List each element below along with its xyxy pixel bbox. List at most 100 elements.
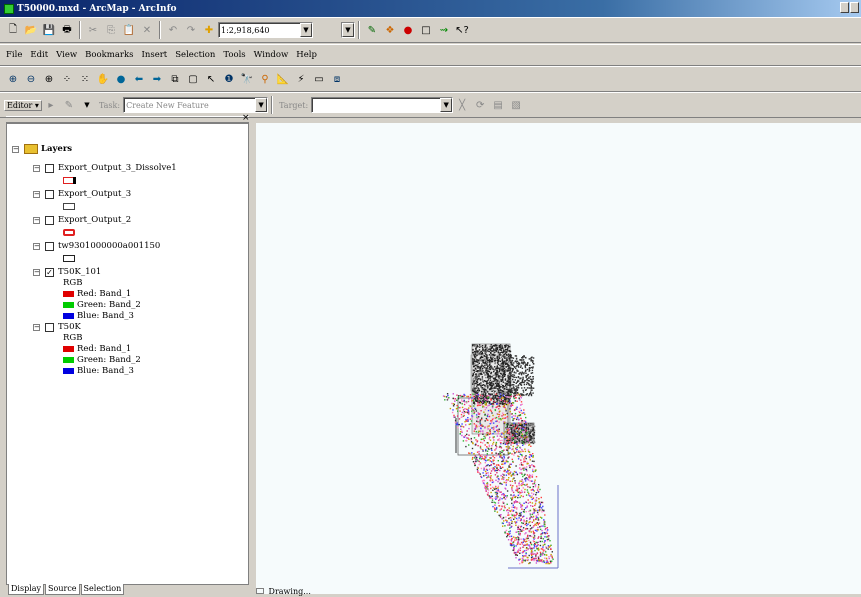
tab-source[interactable]: Source [45,584,80,595]
html-popup-icon[interactable]: ▭ [312,72,326,86]
cut-icon[interactable]: ✂ [86,23,100,37]
copy-icon[interactable]: ⎘ [104,23,118,37]
collapse-icon[interactable]: − [33,190,40,198]
menu-edit[interactable]: Edit [30,50,48,60]
arccatalog-icon[interactable]: ● [401,23,415,37]
toc-layer[interactable]: − Export_Output_3 [33,189,131,199]
map-pixel [499,364,501,367]
minimize-button[interactable] [840,2,849,13]
collapse-icon[interactable]: − [33,164,40,172]
task-combo[interactable]: Create New Feature ▼ [123,97,269,113]
edit-tool-arrow-icon[interactable]: ▸ [44,98,58,112]
toc-title-bar[interactable] [6,116,249,123]
blue-swatch [63,313,74,319]
toc-layer[interactable]: − ✓ T50K_101 [33,267,101,277]
hyperlink-icon[interactable]: ⚡ [294,72,308,86]
collapse-icon[interactable]: − [12,145,19,153]
chevron-down-icon[interactable]: ▼ [255,98,268,112]
layer-visibility-checkbox[interactable] [45,163,54,173]
find-binoculars-icon[interactable]: 🔭 [240,72,254,86]
collapse-icon[interactable]: − [33,268,40,276]
fixed-zoom-out-icon[interactable]: ⁙ [78,72,92,86]
chevron-down-icon[interactable]: ▼ [300,23,312,37]
polygon-symbol[interactable] [63,203,75,210]
measure-icon[interactable]: 📐 [276,72,290,86]
undo-icon[interactable]: ↶ [166,23,180,37]
menu-window[interactable]: Window [254,50,289,60]
sketch-pencil-icon[interactable]: ✎ [62,98,76,112]
map-pixel [487,494,489,496]
menu-selection[interactable]: Selection [175,50,215,60]
map-pixel [492,489,494,491]
menu-file[interactable]: File [6,50,22,60]
tab-selection[interactable]: Selection [80,584,125,595]
menu-tools[interactable]: Tools [223,50,245,60]
polygon-symbol[interactable] [63,229,75,236]
map-canvas[interactable] [256,123,861,594]
scale-dropdown-button[interactable]: ▼ [341,22,355,38]
add-data-icon[interactable]: ✚ [202,23,216,37]
rotate-tool-icon[interactable]: ⟳ [473,98,487,112]
new-document-icon[interactable]: 🗋 [6,23,20,37]
target-combo[interactable]: ▼ [311,97,454,113]
toc-layer[interactable]: − Export_Output_3_Dissolve1 [33,163,177,173]
map-pixel [530,505,532,507]
model-builder-icon[interactable]: ⇝ [437,23,451,37]
polygon-symbol[interactable] [63,255,75,262]
map-pixel [503,349,505,351]
identify-icon[interactable]: ❶ [222,72,236,86]
whats-this-help-icon[interactable]: ↖? [455,23,469,37]
close-icon[interactable]: × [242,113,250,123]
sketch-dropdown-icon[interactable]: ▼ [80,98,94,112]
collapse-icon[interactable]: − [33,216,40,224]
layer-visibility-checkbox[interactable] [45,189,54,199]
pan-hand-icon[interactable]: ✋ [96,72,110,86]
maximize-button[interactable] [850,2,859,13]
print-icon[interactable]: 🖶 [60,23,74,37]
delete-icon[interactable]: ✕ [140,23,154,37]
open-folder-icon[interactable]: 📂 [24,23,38,37]
tab-display[interactable]: Display [8,584,45,595]
clear-selection-icon[interactable]: ▢ [186,72,200,86]
zoom-in-icon[interactable]: ⊕ [6,72,20,86]
fixed-zoom-in-icon[interactable]: ⁘ [60,72,74,86]
collapse-icon[interactable]: − [33,242,40,250]
menu-view[interactable]: View [56,50,77,60]
map-display[interactable] [256,123,861,594]
paste-icon[interactable]: 📋 [122,23,136,37]
editor-toolbar-icon[interactable]: ✎ [365,23,379,37]
split-tool-icon[interactable]: ╳ [455,98,469,112]
go-to-xy-icon[interactable]: ⚲ [258,72,272,86]
editor-menu-button[interactable]: Editor ▾ [4,99,42,111]
map-pixel [525,555,527,557]
layer-visibility-checkbox[interactable] [45,215,54,225]
arctoolbox-icon[interactable]: ❖ [383,23,397,37]
redo-icon[interactable]: ↷ [184,23,198,37]
back-arrow-icon[interactable]: ⬅ [132,72,146,86]
toc-root[interactable]: − Layers [12,144,72,154]
layer-visibility-checkbox[interactable] [45,241,54,251]
select-elements-arrow-icon[interactable]: ↖ [204,72,218,86]
menu-bookmarks[interactable]: Bookmarks [85,50,133,60]
sketch-properties-icon[interactable]: ▧ [509,98,523,112]
zoom-in-fixed-icon[interactable]: ⊕ [42,72,56,86]
zoom-out-icon[interactable]: ⊖ [24,72,38,86]
menu-insert[interactable]: Insert [142,50,168,60]
toc-layer[interactable]: − Export_Output_2 [33,215,131,225]
forward-arrow-icon[interactable]: ➡ [150,72,164,86]
select-features-icon[interactable]: ⧉ [168,72,182,86]
time-slider-icon[interactable]: ⧈ [330,72,344,86]
toc-layer[interactable]: − T50K [33,322,81,332]
toc-layer[interactable]: − tw9301000000a001150 [33,241,160,251]
menu-help[interactable]: Help [296,50,317,60]
attributes-icon[interactable]: ▤ [491,98,505,112]
collapse-icon[interactable]: − [33,323,40,331]
command-line-icon[interactable]: □ [419,23,433,37]
map-scale-combo[interactable]: 1:2,918,640 ▼ [218,22,313,38]
layer-visibility-checkbox[interactable]: ✓ [45,267,54,277]
full-extent-globe-icon[interactable]: ● [114,72,128,86]
layer-visibility-checkbox[interactable] [45,322,54,332]
chevron-down-icon[interactable]: ▼ [440,98,453,112]
save-icon[interactable]: 💾 [42,23,56,37]
map-pixel [497,502,500,504]
